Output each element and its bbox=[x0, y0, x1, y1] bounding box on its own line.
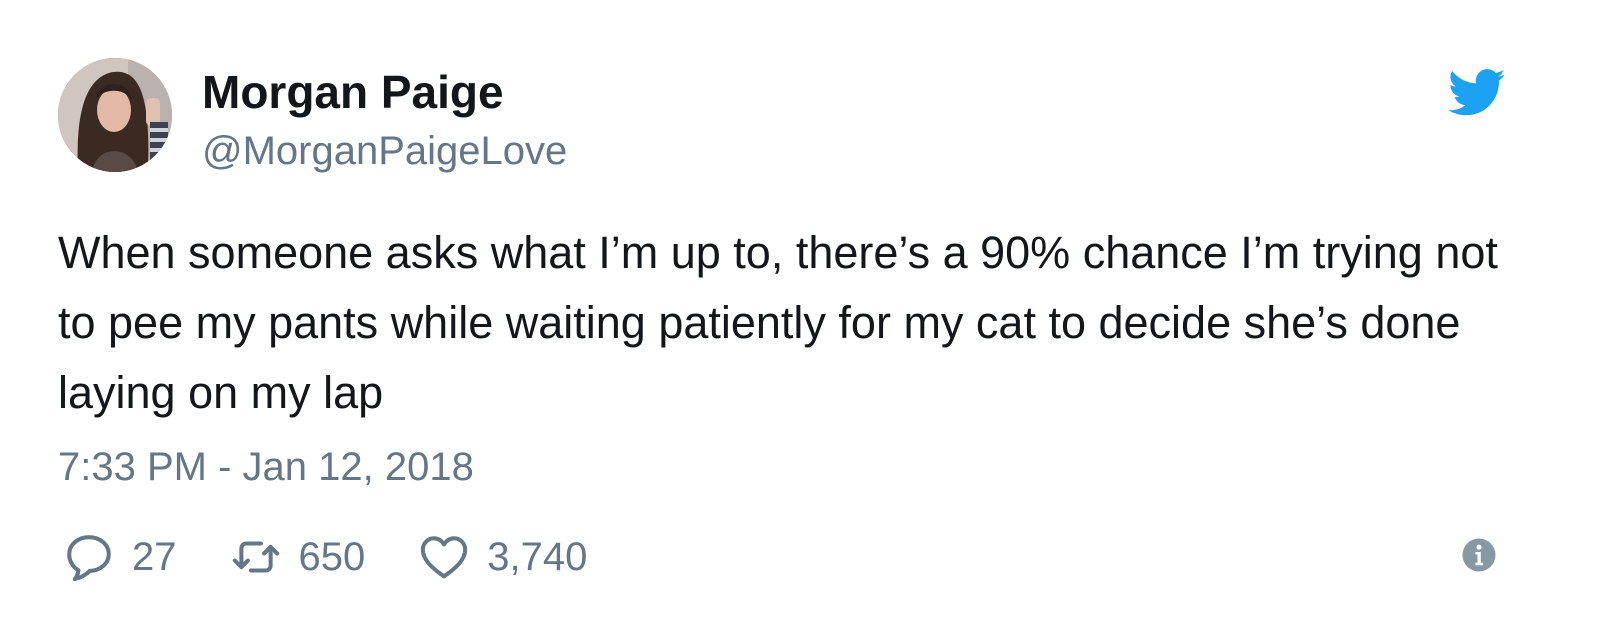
tweet-text: When someone asks what I’m up to, there’… bbox=[58, 227, 1498, 418]
reply-button[interactable]: 27 bbox=[62, 530, 177, 584]
heart-icon bbox=[417, 530, 471, 584]
reply-bubble-icon bbox=[62, 530, 116, 584]
reply-count: 27 bbox=[132, 535, 177, 579]
action-bar: 27 650 3,740 bbox=[62, 530, 639, 584]
avatar[interactable] bbox=[58, 58, 172, 172]
retweet-button[interactable]: 650 bbox=[229, 530, 366, 584]
twitter-bird-icon[interactable] bbox=[1448, 68, 1506, 118]
like-button[interactable]: 3,740 bbox=[417, 530, 587, 584]
tweet-card: Morgan Paige @MorganPaigeLove When someo… bbox=[0, 0, 1600, 633]
author-handle[interactable]: @MorganPaigeLove bbox=[202, 126, 567, 176]
retweet-count: 650 bbox=[298, 535, 366, 579]
avatar-image bbox=[58, 58, 172, 172]
info-icon[interactable] bbox=[1461, 537, 1497, 573]
retweet-icon bbox=[229, 530, 283, 584]
tweet-timestamp[interactable]: 7:33 PM - Jan 12, 2018 bbox=[58, 442, 474, 492]
author-display-name[interactable]: Morgan Paige bbox=[202, 64, 504, 120]
like-count: 3,740 bbox=[487, 535, 588, 579]
